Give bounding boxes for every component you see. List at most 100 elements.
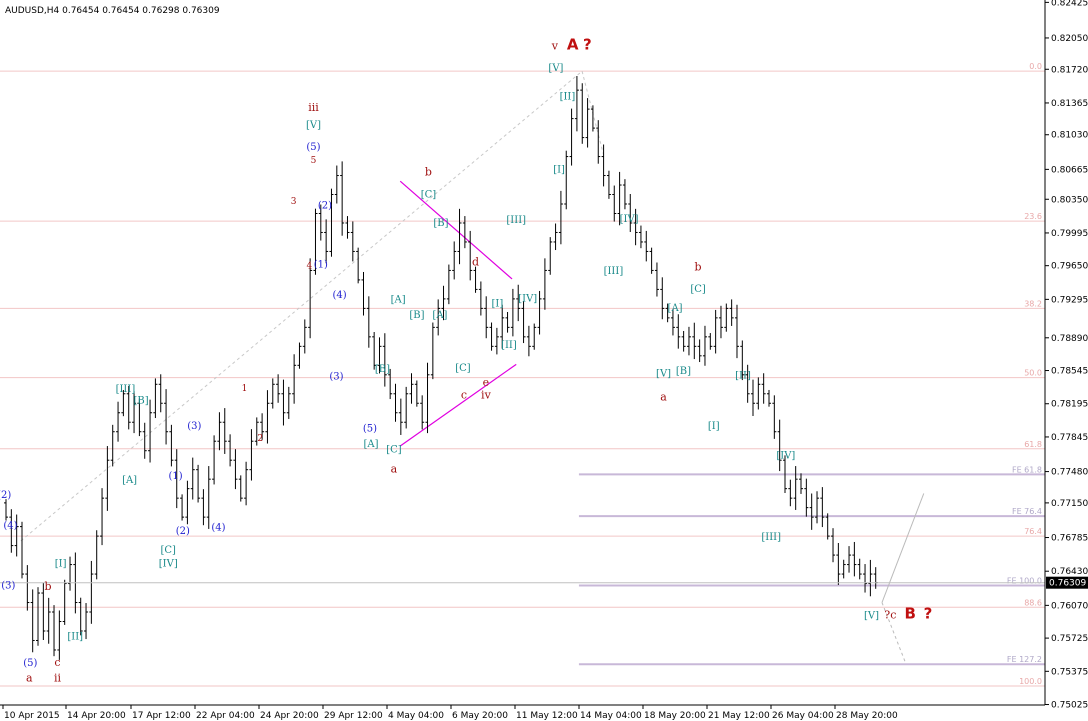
- price-tick-label: 0.82050: [1051, 34, 1088, 44]
- wave-label: [C]: [690, 284, 706, 295]
- symbol-header: AUDUSD,H4 0.76454 0.76454 0.76298 0.7630…: [5, 6, 220, 16]
- price-tick-label: 0.77845: [1051, 433, 1088, 443]
- wave-label: [II]: [67, 632, 83, 643]
- fe-level-label: FE 127.2: [1007, 655, 1042, 664]
- time-tick-label: 24 Apr 20:00: [260, 711, 319, 721]
- wave-label: [C]: [421, 189, 437, 200]
- price-tick-label: 0.76430: [1051, 567, 1088, 577]
- time-tick-label: 4 May 04:00: [388, 711, 444, 721]
- fib-level-label: 88.6: [1024, 598, 1042, 607]
- wave-label: a: [391, 463, 398, 476]
- wave-label: [I]: [708, 421, 720, 432]
- wave-label: b: [695, 260, 702, 273]
- wave-label: (2): [318, 201, 332, 212]
- fib-level-label: 61.8: [1024, 440, 1042, 449]
- wave-label: [IV]: [776, 450, 795, 461]
- wave-label: [B]: [433, 218, 448, 229]
- time-tick-label: 17 Apr 12:00: [132, 711, 191, 721]
- fe-level-label: FE 100.0: [1007, 576, 1042, 585]
- price-tick-label: 0.78545: [1051, 367, 1088, 377]
- time-tick-label: 22 Apr 04:00: [196, 711, 255, 721]
- wave-label: [A]: [391, 295, 406, 306]
- time-tick-label: 14 Apr 20:00: [67, 711, 126, 721]
- wave-label: (5): [306, 142, 320, 153]
- wave-label: a: [660, 390, 667, 403]
- wave-label: [V]: [548, 63, 563, 74]
- wave-label: [II]: [501, 340, 517, 351]
- wave-label: [III]: [506, 215, 526, 226]
- time-tick-label: 14 May 04:00: [580, 711, 642, 721]
- time-tick-label: 6 May 20:00: [452, 711, 508, 721]
- wave-label: ?: [924, 605, 933, 623]
- price-tick-label: 0.77480: [1051, 468, 1088, 478]
- time-tick-label: 11 May 12:00: [516, 711, 578, 721]
- price-tick-label: 0.75025: [1051, 701, 1088, 711]
- wave-label: ii: [54, 671, 62, 684]
- wave-label: 3: [291, 197, 297, 207]
- fib-level-label: 38.2: [1024, 299, 1042, 308]
- wave-label: (5): [23, 658, 37, 669]
- wave-label: b: [45, 580, 52, 593]
- wave-label: iii: [308, 101, 319, 114]
- wave-label: (4): [211, 522, 225, 533]
- wave-label: B: [904, 605, 915, 623]
- price-tick-label: 0.82425: [1051, 0, 1088, 8]
- wave-label: (1): [314, 260, 328, 271]
- fe-level-label: FE 76.4: [1012, 507, 1042, 516]
- wave-label: (2): [0, 490, 11, 501]
- time-tick-label: 29 Apr 12:00: [324, 711, 383, 721]
- fib-level-label: 0.0: [1029, 62, 1042, 71]
- price-tick-label: 0.81030: [1051, 131, 1088, 141]
- wave-label: [V]: [306, 120, 321, 131]
- wave-label: 4: [306, 262, 312, 272]
- price-tick-label: 0.75725: [1051, 634, 1088, 644]
- fib-level-label: 76.4: [1024, 527, 1042, 536]
- wave-label: [I]: [492, 298, 504, 309]
- price-tick-label: 0.79995: [1051, 229, 1088, 239]
- wave-label: [IV]: [518, 294, 537, 305]
- price-tick-label: 0.80665: [1051, 165, 1088, 175]
- wave-label: iv: [481, 389, 492, 402]
- wave-label: (4): [3, 521, 17, 532]
- wave-label: a: [26, 671, 33, 684]
- wave-label: [A]: [363, 439, 378, 450]
- time-tick-label: 21 May 12:00: [708, 711, 770, 721]
- wave-label: (2): [176, 526, 190, 537]
- price-tick-label: 0.76785: [1051, 534, 1088, 544]
- wave-label: 2: [257, 434, 263, 444]
- wave-label: [A]: [668, 303, 683, 314]
- time-tick-label: 28 May 20:00: [836, 711, 898, 721]
- wave-label: v: [551, 39, 559, 52]
- price-chart[interactable]: 0.0 23.6 38.2 50.0 61.8 76.4 88.6 100.0 FE 61.8…: [0, 0, 1088, 721]
- price-tick-label: 0.76070: [1051, 601, 1088, 611]
- time-tick-label: 18 May 20:00: [644, 711, 706, 721]
- wave-label: 5: [311, 156, 317, 166]
- wave-label: c: [461, 389, 467, 402]
- wave-label: [A]: [432, 310, 447, 321]
- fib-level-label: 23.6: [1024, 212, 1042, 221]
- wave-label: 1: [242, 384, 248, 394]
- wave-label: ?: [583, 35, 592, 53]
- wave-label: (3): [1, 580, 15, 591]
- wave-label: [B]: [133, 395, 148, 406]
- fe-level-label: FE 61.8: [1012, 465, 1042, 474]
- svg-text:0.76309: 0.76309: [1049, 579, 1086, 589]
- wave-label: (4): [333, 290, 347, 301]
- price-tick-label: 0.79650: [1051, 262, 1088, 272]
- wave-label: c: [54, 656, 60, 669]
- wave-label: [III]: [604, 266, 624, 277]
- wave-label: [III]: [116, 384, 136, 395]
- wave-label: [B]: [676, 366, 691, 377]
- wave-label: ?c: [884, 609, 896, 622]
- wave-label: [II]: [735, 371, 751, 382]
- time-tick-label: 26 May 04:00: [772, 711, 834, 721]
- wave-label: d: [472, 256, 479, 269]
- wave-label: (1): [168, 471, 182, 482]
- wave-label: [B]: [375, 364, 390, 375]
- price-tick-label: 0.81720: [1051, 65, 1088, 75]
- fib-level-label: 100.0: [1019, 677, 1042, 686]
- current-price-marker: 0.76309: [1046, 576, 1088, 589]
- price-tick-label: 0.80350: [1051, 195, 1088, 205]
- price-tick-label: 0.78195: [1051, 400, 1088, 410]
- wave-label: (3): [187, 421, 201, 432]
